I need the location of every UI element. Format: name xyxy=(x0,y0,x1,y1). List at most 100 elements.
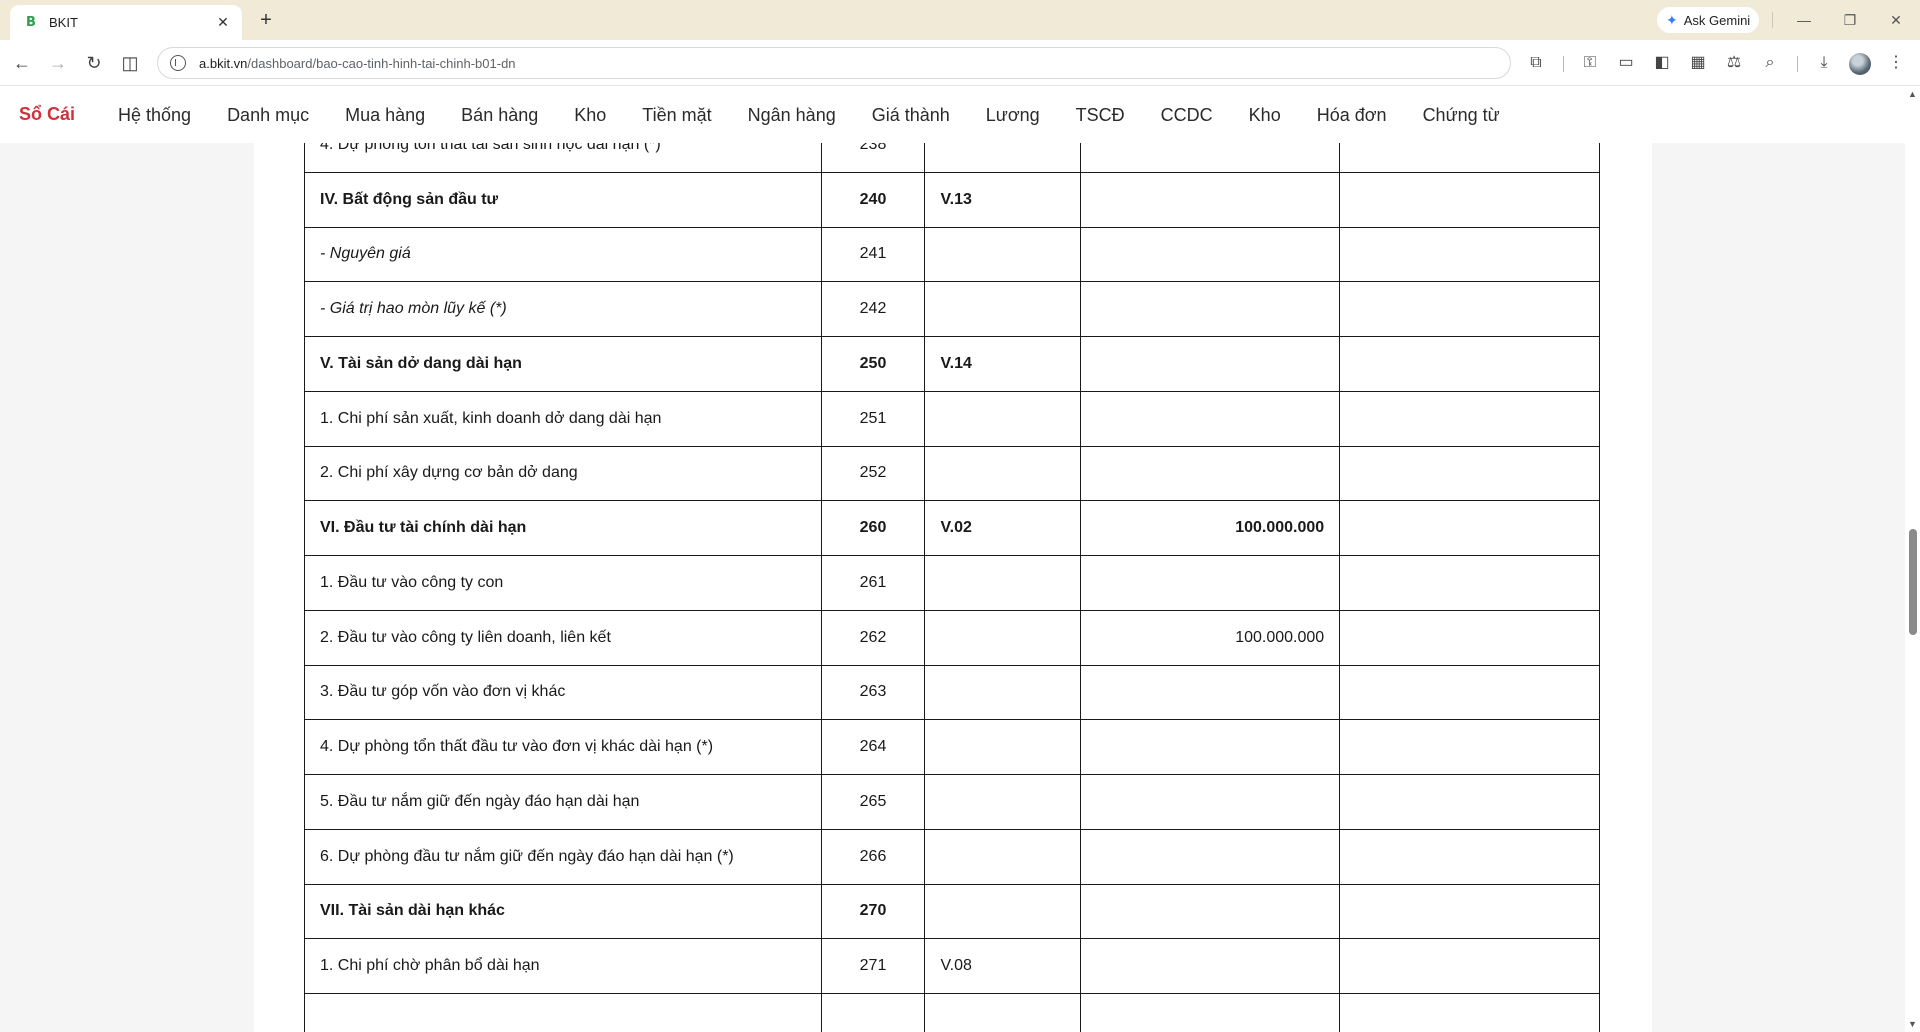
row-previous-period-cell xyxy=(1339,664,1600,721)
menu-item-ban-hang[interactable]: Bán hàng xyxy=(461,105,538,126)
row-current-period-cell xyxy=(1080,445,1341,502)
row-current-period-cell xyxy=(1080,664,1341,721)
row-previous-period-cell xyxy=(1339,774,1600,830)
row-note-cell: V.13 xyxy=(924,171,1082,228)
row-code-cell: 264 xyxy=(820,719,926,775)
more-menu-icon[interactable]: ⋮ xyxy=(1884,51,1908,75)
side-panel-icon[interactable]: ◫ xyxy=(116,49,144,77)
row-code-cell xyxy=(820,993,926,1032)
back-arrow-icon[interactable]: ← xyxy=(8,49,36,77)
menu-item-he-thong[interactable]: Hệ thống xyxy=(118,105,191,126)
download-icon[interactable]: ⤓ xyxy=(1812,51,1836,75)
menu-item-tien-mat[interactable]: Tiền mặt xyxy=(642,105,711,126)
app-navbar: Sổ Cái Hệ thống Danh mục Mua hàng Bán hà… xyxy=(0,87,1920,143)
row-name-cell: 3. Đầu tư góp vốn vào đơn vị khác xyxy=(304,664,822,721)
row-current-period-cell xyxy=(1080,171,1341,228)
menu-item-mua-hang[interactable]: Mua hàng xyxy=(345,105,425,126)
payment-card-icon[interactable]: ▭ xyxy=(1614,51,1638,75)
menu-item-gia-thanh[interactable]: Giá thành xyxy=(872,105,950,126)
minimize-icon[interactable]: — xyxy=(1789,8,1819,32)
bkit-favicon-icon: B xyxy=(23,14,39,31)
row-note-cell xyxy=(924,281,1082,337)
browser-toolbar: ← → ↻ ◫ a.bkit.vn/dashboard/bao-cao-tinh… xyxy=(0,40,1920,86)
new-tab-icon[interactable]: + xyxy=(254,8,278,32)
table-row: IV. Bất động sản đầu tư 240 V.13 xyxy=(304,171,1600,228)
close-tab-icon[interactable]: ✕ xyxy=(214,14,232,31)
browser-tab-strip: B BKIT ✕ + ✦ Ask Gemini — ❐ ✕ xyxy=(0,0,1920,40)
translate-icon[interactable]: ⚖ xyxy=(1722,51,1746,75)
row-previous-period-cell xyxy=(1339,555,1600,611)
row-code-cell: 250 xyxy=(820,336,926,392)
reload-icon[interactable]: ↻ xyxy=(80,49,108,77)
row-note-cell xyxy=(924,664,1082,721)
screen-search-icon[interactable]: ⌕ xyxy=(1758,51,1782,75)
site-info-icon[interactable] xyxy=(170,55,186,71)
row-current-period-cell xyxy=(1080,938,1341,994)
url-text: a.bkit.vn/dashboard/bao-cao-tinh-hinh-ta… xyxy=(199,55,516,71)
row-previous-period-cell xyxy=(1339,171,1600,228)
profile-avatar[interactable] xyxy=(1849,53,1871,75)
row-note-cell xyxy=(924,719,1082,775)
table-extension-icon[interactable]: ▦ xyxy=(1686,51,1710,75)
menu-item-chung-tu[interactable]: Chứng từ xyxy=(1423,105,1500,126)
password-key-icon[interactable]: ⚿ xyxy=(1578,51,1602,75)
table-row: 5. Đầu tư nắm giữ đến ngày đáo hạn dài h… xyxy=(304,774,1600,830)
scroll-down-arrow-icon[interactable]: ▼ xyxy=(1908,1019,1917,1029)
menu-item-tscd[interactable]: TSCĐ xyxy=(1076,105,1125,126)
menu-item-ccdc[interactable]: CCDC xyxy=(1161,105,1213,126)
row-note-cell xyxy=(924,774,1082,830)
close-window-icon[interactable]: ✕ xyxy=(1881,8,1911,32)
row-name-cell: VII. Tài sản dài hạn khác xyxy=(304,883,822,940)
row-current-period-cell: 100.000.000 xyxy=(1080,609,1341,666)
scrollbar-thumb[interactable] xyxy=(1909,529,1917,635)
table-row: - Nguyên giá 241 xyxy=(304,226,1600,283)
table-row: 4. Dự phòng tổn thất đầu tư vào đơn vị k… xyxy=(304,719,1600,775)
menu-item-danh-muc[interactable]: Danh mục xyxy=(227,105,309,126)
extensions-puzzle-icon[interactable]: ⧉ xyxy=(1524,51,1548,75)
menu-item-kho[interactable]: Kho xyxy=(574,105,606,126)
menu-item-luong[interactable]: Lương xyxy=(986,105,1040,126)
table-row: 1. Chi phí chờ phân bổ dài hạn 271 V.08 xyxy=(304,938,1600,994)
page-scrollbar[interactable]: ▲ ▼ xyxy=(1905,87,1920,1032)
table-row: V. Tài sản dở dang dài hạn 250 V.14 xyxy=(304,336,1600,392)
row-previous-period-cell xyxy=(1339,336,1600,392)
address-bar[interactable]: a.bkit.vn/dashboard/bao-cao-tinh-hinh-ta… xyxy=(157,47,1511,79)
row-note-cell xyxy=(924,993,1082,1032)
menu-item-ngan-hang[interactable]: Ngân hàng xyxy=(748,105,836,126)
tab-title: BKIT xyxy=(49,15,78,30)
row-code-cell: 262 xyxy=(820,609,926,666)
scroll-up-arrow-icon[interactable]: ▲ xyxy=(1908,89,1917,99)
row-code-cell: 240 xyxy=(820,171,926,228)
row-previous-period-cell xyxy=(1339,500,1600,556)
row-previous-period-cell xyxy=(1339,281,1600,337)
row-previous-period-cell xyxy=(1339,883,1600,940)
main-menu: Hệ thống Danh mục Mua hàng Bán hàng Kho … xyxy=(118,105,1536,126)
row-code-cell: 265 xyxy=(820,774,926,830)
gemini-spark-icon: ✦ xyxy=(1666,11,1678,28)
table-row: 2. Đầu tư vào công ty liên doanh, liên k… xyxy=(304,609,1600,666)
row-current-period-cell xyxy=(1080,883,1341,940)
reading-mode-icon[interactable]: ◧ xyxy=(1650,51,1674,75)
row-previous-period-cell xyxy=(1339,719,1600,775)
row-current-period-cell: 100.000.000 xyxy=(1080,500,1341,556)
table-row: - Giá trị hao mòn lũy kế (*) 242 xyxy=(304,281,1600,337)
window-controls-divider xyxy=(1772,12,1773,28)
row-code-cell: 251 xyxy=(820,390,926,447)
menu-item-hoa-don[interactable]: Hóa đơn xyxy=(1317,105,1387,126)
row-note-cell xyxy=(924,143,1082,173)
row-name-cell xyxy=(304,993,822,1032)
row-code-cell: 270 xyxy=(820,883,926,940)
row-name-cell: 1. Đầu tư vào công ty con xyxy=(304,555,822,611)
browser-tab[interactable]: B BKIT ✕ xyxy=(10,5,242,40)
menu-item-kho-2[interactable]: Kho xyxy=(1249,105,1281,126)
forward-arrow-icon[interactable]: → xyxy=(44,49,72,77)
ask-gemini-button[interactable]: ✦ Ask Gemini xyxy=(1657,7,1760,33)
row-previous-period-cell xyxy=(1339,828,1600,885)
row-previous-period-cell xyxy=(1339,226,1600,283)
restore-icon[interactable]: ❐ xyxy=(1835,8,1865,32)
table-row: 4. Dự phòng tổn thất tài sản sinh học dà… xyxy=(304,143,1600,173)
row-code-cell: 241 xyxy=(820,226,926,283)
brand-logo[interactable]: Sổ Cái xyxy=(19,104,75,125)
balance-sheet-table: 4. Dự phòng tổn thất tài sản sinh học dà… xyxy=(304,143,1600,1032)
row-name-cell: 5. Đầu tư nắm giữ đến ngày đáo hạn dài h… xyxy=(304,774,822,830)
